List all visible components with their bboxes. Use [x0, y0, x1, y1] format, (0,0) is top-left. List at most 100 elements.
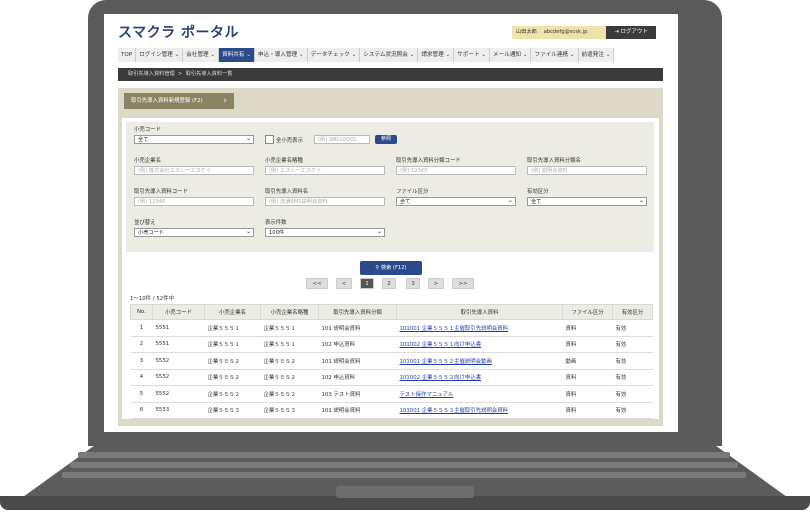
keyboard-row [78, 452, 730, 458]
all-retailers-label: 全小売表示 [276, 138, 303, 144]
chevron-down-icon: ⌄ [605, 52, 611, 58]
nav-label: 請求管理 [421, 52, 444, 58]
nav-item-company[interactable]: 会社管理 ⌄ [183, 48, 220, 62]
nav-label: ファイル連携 [534, 52, 569, 58]
search-button[interactable]: ⚲ 検索 (F12) [360, 261, 422, 275]
keyboard-row [62, 472, 746, 478]
cell-retailer-name: 企業５５５２ [204, 352, 261, 370]
retailer-name-input[interactable]: (例) 株式会社エスシーエスケイ [134, 166, 254, 175]
cell-doc-class: 101 説明会資料 [318, 352, 397, 370]
doc-link[interactable]: 101001 企業５５５１主催取引先説明会資料 [400, 326, 509, 332]
content-panel: 取引先導入資料新規登録 (F2) › 小売コード 全て 全小売表示 (例) SM… [118, 88, 663, 426]
cell-retailer-name: 企業５５５２ [204, 385, 261, 403]
pager-page-2[interactable]: 2 [382, 278, 396, 289]
nav-label: メール通知 [493, 52, 522, 58]
cell-file-type: 資料 [562, 336, 613, 353]
doc-link[interactable]: 101002 企業５５５２向け申込書 [400, 375, 482, 381]
laptop-base-front [0, 496, 810, 510]
register-button[interactable]: 取引先導入資料新規登録 (F2) › [124, 93, 234, 109]
user-info: 山田太郎 abcdefg@scsk.jp [512, 26, 606, 39]
pager-page-1[interactable]: 1 [360, 278, 374, 289]
nav-label: 申込・導入管理 [257, 52, 298, 58]
cell-retailer-short: 企業５５５１ [260, 336, 319, 353]
cell-doc: 101002 企業５５５１向け申込書 [396, 336, 563, 353]
doc-class-name-input[interactable]: (例) 説明会資料 [527, 166, 647, 175]
logout-button[interactable]: ⇥ ログアウト [606, 26, 656, 39]
sort-select[interactable]: 小売コード [134, 227, 254, 237]
chevron-down-icon: ⌄ [409, 52, 415, 58]
nav-item-billing[interactable]: 請求管理 ⌄ [418, 48, 455, 62]
doc-name-label: 取引先導入資料名 [265, 189, 309, 195]
nav-item-datacheck[interactable]: データチェック ⌄ [307, 48, 361, 62]
doc-link[interactable]: 101002 企業５５５１向け申込書 [400, 342, 482, 348]
nav-item-apply[interactable]: 申込・導入管理 ⌄ [254, 48, 308, 62]
cell-doc: 101001 企業５５５１主催取引先説明会資料 [396, 319, 563, 337]
valid-type-select[interactable]: 全て [527, 196, 647, 206]
file-type-select[interactable]: 全て [396, 196, 516, 206]
nav-item-docs[interactable]: 資料共有 ⌄ [219, 48, 255, 62]
chevron-down-icon: ⌄ [481, 52, 487, 58]
nav-item-file[interactable]: ファイル連携 ⌄ [531, 48, 579, 62]
retailer-code-label: 小売コード [134, 127, 161, 133]
nav-label: サポート [457, 52, 480, 58]
doc-link[interactable]: 101001 企業５５５２主催説明会動画 [400, 359, 492, 365]
all-retailers-checkbox[interactable] [265, 135, 274, 144]
chevron-down-icon: ⌄ [246, 52, 251, 58]
chevron-right-icon: › [223, 96, 227, 106]
search-icon: ⚲ [375, 265, 380, 271]
doc-class-code-input[interactable]: (例) 12345 [396, 166, 516, 175]
retailer-short-input[interactable]: (例) エスシーエスケイ [265, 166, 385, 175]
cell-no: 4 [130, 369, 153, 386]
chevron-down-icon: ⌄ [569, 52, 575, 58]
cell-valid: 有効 [612, 336, 653, 353]
screen: スマクラ ポータル 山田太郎 abcdefg@scsk.jp ⇥ ログアウト T… [104, 14, 678, 432]
chevron-down-icon: ⌄ [210, 52, 216, 58]
breadcrumb: 取引先導入資料管理 > 取引先導入資料一覧 [118, 68, 663, 81]
doc-name-input[interactable]: (例) 流通BMS説明会資料 [265, 197, 385, 206]
nav-item-login[interactable]: ログイン管理 ⌄ [136, 48, 184, 62]
col-header: 小売コード [152, 304, 205, 320]
retailer-search-input[interactable]: (例) SMCL0001 [314, 135, 370, 144]
logout-label: ログアウト [620, 29, 648, 35]
breadcrumb-separator: > [178, 71, 183, 77]
col-header: 小売企業名 [204, 304, 261, 320]
laptop-frame: スマクラ ポータル 山田太郎 abcdefg@scsk.jp ⇥ ログアウト T… [0, 0, 810, 518]
reference-button[interactable]: 参照 [375, 135, 397, 144]
nav-item-order[interactable]: 前遣発注 ⌄ [578, 48, 615, 62]
table-row: 6 5553 企業５５５３ 企業５５５３ 101 説明会資料 103001 企業… [130, 402, 653, 419]
retailer-code-select[interactable]: 全て [134, 134, 254, 144]
cell-no: 2 [130, 336, 153, 353]
pager-page-3[interactable]: 3 [406, 278, 420, 289]
cell-valid: 有効 [612, 369, 653, 386]
doc-link[interactable]: 103001 企業５５５３主催取引先説明会資料 [400, 408, 509, 414]
page-size-label: 表示件数 [265, 220, 287, 226]
nav-item-mail[interactable]: メール通知 ⌄ [490, 48, 532, 62]
table-row: 2 5551 企業５５５１ 企業５５５１ 102 申込資料 101002 企業５… [130, 336, 653, 353]
pager-next[interactable]: > [428, 278, 444, 289]
nav-label: データチェック [310, 52, 350, 58]
cell-retailer-short: 企業５５５２ [260, 385, 319, 403]
nav-item-top[interactable]: TOP [118, 48, 137, 62]
doc-code-input[interactable]: (例) 12345 [134, 197, 254, 206]
logout-icon: ⇥ [614, 29, 619, 35]
portal-logo[interactable]: スマクラ ポータル [118, 22, 239, 42]
page-size-select[interactable]: 100件 [265, 227, 385, 237]
table-row: 4 5552 企業５５５２ 企業５５５２ 102 申込資料 101002 企業５… [130, 369, 653, 386]
trackpad [336, 486, 474, 498]
search-label: 検索 (F12) [380, 265, 407, 271]
cell-file-type: 資料 [562, 319, 613, 337]
user-email: abcdefg@scsk.jp [543, 29, 588, 35]
doc-link[interactable]: テスト操作マニュアル [400, 392, 454, 398]
pager-first[interactable]: << [306, 278, 328, 289]
breadcrumb-parent[interactable]: 取引先導入資料管理 [128, 71, 175, 77]
cell-file-type: 資料 [562, 369, 613, 386]
cell-file-type: 動画 [562, 352, 613, 370]
nav-item-status[interactable]: システム状況照会 ⌄ [360, 48, 419, 62]
chevron-down-icon: ⌄ [522, 52, 528, 58]
breadcrumb-current: 取引先導入資料一覧 [185, 71, 233, 77]
pager-prev[interactable]: < [336, 278, 352, 289]
pager-last[interactable]: >> [452, 278, 474, 289]
nav-item-support[interactable]: サポート ⌄ [454, 48, 491, 62]
register-label: 取引先導入資料新規登録 (F2) [131, 98, 203, 104]
cell-doc-class: 101 説明会資料 [318, 319, 397, 337]
